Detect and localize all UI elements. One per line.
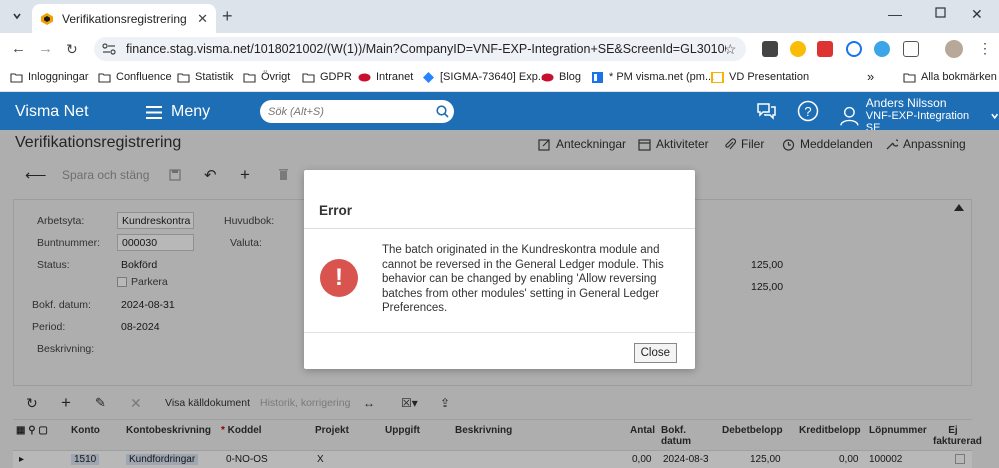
browser-tab[interactable]: Verifikationsregistrering ✕ <box>32 4 216 33</box>
app-header: Visma Net Meny ? Anders Nilsson VNF-EXP-… <box>0 92 999 134</box>
extension-badge-icon[interactable] <box>817 41 833 57</box>
chevron-down-icon <box>990 113 998 119</box>
tab-title: Verifikationsregistrering <box>62 11 187 26</box>
bookmark-item[interactable]: Intranet <box>358 71 413 83</box>
bookmark-item[interactable]: * PM visma.net (pm... <box>591 71 714 83</box>
minimize-icon[interactable]: — <box>888 6 902 22</box>
all-bookmarks-label: Alla bokmärken <box>921 71 997 83</box>
bookmark-item[interactable]: VD Presentation <box>711 71 809 83</box>
dialog-message: The batch originated in the Kundreskontr… <box>382 244 664 314</box>
maximize-icon[interactable] <box>935 7 946 18</box>
bookmark-label: Övrigt <box>261 71 291 83</box>
bookmark-item[interactable]: Inloggningar <box>10 71 89 83</box>
bookmarks-bar: Inloggningar Confluence Statistik Övrigt… <box>0 65 999 92</box>
bookmark-label: * PM visma.net (pm... <box>609 71 715 83</box>
folder-icon <box>177 72 190 83</box>
close-window-icon[interactable]: ✕ <box>971 6 983 23</box>
chevron-down-icon <box>13 13 21 20</box>
bookmark-item[interactable]: Övrigt <box>243 71 290 83</box>
folder-icon <box>10 72 23 83</box>
user-name: Anders Nilsson <box>865 96 947 110</box>
slides-favicon-icon <box>711 71 724 83</box>
browser-menu-icon[interactable]: ⋮ <box>978 40 992 57</box>
dialog-title: Error <box>319 203 353 218</box>
extension-icon[interactable] <box>762 41 778 57</box>
bookmark-label: VD Presentation <box>729 71 810 83</box>
svg-text:?: ? <box>804 104 811 119</box>
folder-icon <box>98 72 111 83</box>
bookmark-star-icon[interactable]: ☆ <box>724 41 737 58</box>
folder-icon <box>243 72 256 83</box>
bookmark-item[interactable]: Confluence <box>98 71 172 83</box>
pm-favicon-icon <box>592 71 603 83</box>
search-input[interactable] <box>268 105 428 118</box>
hamburger-icon <box>146 105 162 119</box>
bookmark-item[interactable]: Blog <box>541 71 581 83</box>
visma-favicon-icon <box>41 12 53 25</box>
bookmark-label: GDPR <box>320 71 352 83</box>
tab-search-button[interactable] <box>8 7 26 25</box>
error-dialog: Error ! The batch originated in the Kund… <box>304 170 695 369</box>
extension-icon[interactable] <box>790 41 806 57</box>
jira-favicon-icon <box>423 71 434 83</box>
puzzle-icon[interactable] <box>903 41 919 57</box>
bookmark-label: Intranet <box>376 71 414 83</box>
cloud-extension-icon[interactable] <box>874 41 890 57</box>
browser-tab-strip: Verifikationsregistrering ✕ + — ✕ <box>0 0 999 33</box>
reload-icon[interactable]: ↻ <box>66 41 78 58</box>
help-icon[interactable]: ? <box>797 100 819 122</box>
bookmark-label: Statistik <box>195 71 234 83</box>
menu-label: Meny <box>171 103 211 120</box>
bookmark-label: Blog <box>559 71 582 83</box>
brand-logo[interactable]: Visma Net <box>15 103 89 121</box>
menu-button[interactable]: Meny <box>146 103 210 121</box>
bookmark-item[interactable]: GDPR <box>302 71 352 83</box>
chat-icon[interactable] <box>755 101 777 121</box>
folder-icon <box>903 72 916 83</box>
site-settings-icon[interactable] <box>102 43 116 55</box>
bookmarks-overflow[interactable]: » <box>867 69 874 84</box>
address-bar[interactable]: finance.stag.visma.net/1018021002/(W(1))… <box>94 37 746 61</box>
dialog-footer: Close <box>304 332 695 369</box>
intranet-favicon-icon <box>358 73 371 81</box>
bookmark-label: Inloggningar <box>28 71 89 83</box>
error-icon: ! <box>320 259 358 297</box>
bookmark-item[interactable]: [SIGMA-73640] Exp... <box>422 71 547 83</box>
profile-avatar[interactable] <box>945 40 963 58</box>
dialog-divider <box>304 228 695 229</box>
folder-icon <box>302 72 315 83</box>
bookmark-item[interactable]: Statistik <box>177 71 234 83</box>
close-tab-icon[interactable]: ✕ <box>197 11 208 27</box>
user-menu[interactable]: Anders Nilsson VNF-EXP-Integration SE <box>840 97 999 134</box>
close-button[interactable]: Close <box>633 343 677 363</box>
new-tab-button[interactable]: + <box>222 6 233 27</box>
search-box[interactable] <box>260 100 454 123</box>
bookmark-label: Confluence <box>116 71 172 83</box>
back-icon[interactable]: ← <box>11 40 26 57</box>
forward-icon[interactable]: → <box>38 40 53 57</box>
url-text: finance.stag.visma.net/1018021002/(W(1))… <box>126 42 726 56</box>
blog-favicon-icon <box>541 73 554 81</box>
user-icon <box>840 106 859 126</box>
extension-icon[interactable] <box>846 41 862 57</box>
search-icon[interactable] <box>436 105 449 118</box>
bookmark-label: [SIGMA-73640] Exp... <box>440 71 547 83</box>
all-bookmarks[interactable]: Alla bokmärken <box>903 71 997 83</box>
